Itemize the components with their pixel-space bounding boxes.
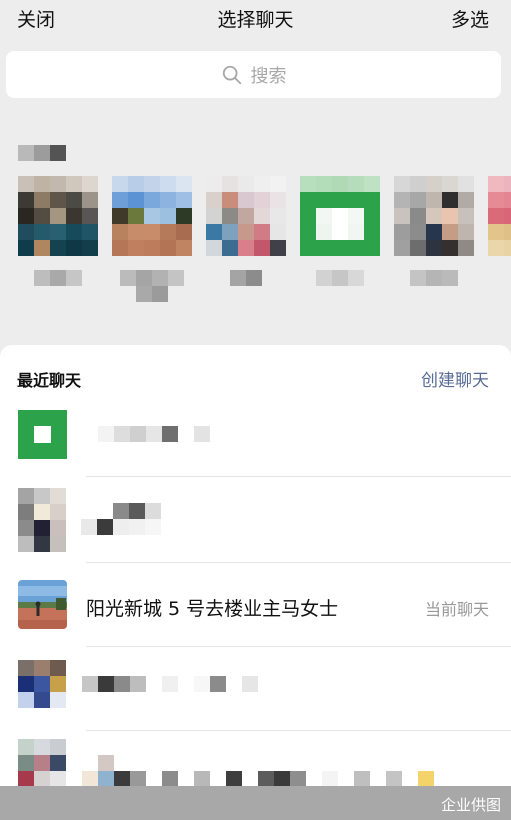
contact-name-pixelated [394,270,474,286]
photo-avatar-icon [18,580,67,629]
current-chat-row[interactable]: 阳光新城 5 号去楼业主马女士 当前聊天 [0,563,511,647]
contact-tile[interactable] [394,176,474,286]
contact-name-pixelated [206,270,286,286]
avatar [18,580,67,629]
create-chat-link[interactable]: 创建聊天 [421,366,489,391]
avatar [18,660,66,708]
chat-name-pixelated [82,771,434,787]
contact-name-pixelated [488,270,511,286]
chat-row[interactable] [0,477,511,563]
chat-row[interactable] [0,393,511,477]
contact-name-pixelated [18,270,98,286]
avatar [112,176,192,256]
avatar [18,488,67,553]
recent-contacts-strip [18,176,511,316]
avatar [488,176,511,256]
current-chat-name: 阳光新城 5 号去楼业主马女士 [86,598,339,620]
avatar [18,176,98,256]
search-icon [222,65,241,84]
chat-row[interactable] [0,647,511,731]
recent-chats-sheet: 最近聊天 创建聊天 阳光新城 5 号去楼业主马女士 当前聊天 [0,345,511,820]
contact-tile[interactable] [112,176,192,302]
watermark-text: 企业供图 [440,796,501,814]
chat-name-pixelated [113,503,161,519]
page-title: 选择聊天 [217,9,294,31]
chat-name-pixelated [81,519,161,535]
contact-tile[interactable] [206,176,286,286]
watermark-band: 企业供图 [0,786,511,820]
current-chat-tag: 当前聊天 [424,600,489,619]
search-placeholder: 搜索 [250,65,287,87]
chat-name-pixelated [98,755,114,771]
avatar [206,176,286,256]
chat-name-pixelated [98,426,210,442]
section-title: 最近聊天 [17,371,82,390]
avatar [18,410,67,459]
chat-name-pixelated [82,676,258,692]
contact-tile[interactable] [300,176,380,286]
multi-select-button[interactable]: 多选 [451,5,489,32]
top-bar: 关闭 选择聊天 多选 [0,0,511,40]
search-bar[interactable]: 搜索 [6,51,501,98]
avatar [394,176,474,256]
avatar [300,176,380,256]
contact-name-pixelated [112,286,192,302]
strip-section-label-pixelated [18,145,66,161]
contact-tile[interactable] [18,176,98,286]
contact-name-pixelated [112,270,192,286]
contact-name-pixelated [300,270,380,286]
contact-tile[interactable] [488,176,511,286]
